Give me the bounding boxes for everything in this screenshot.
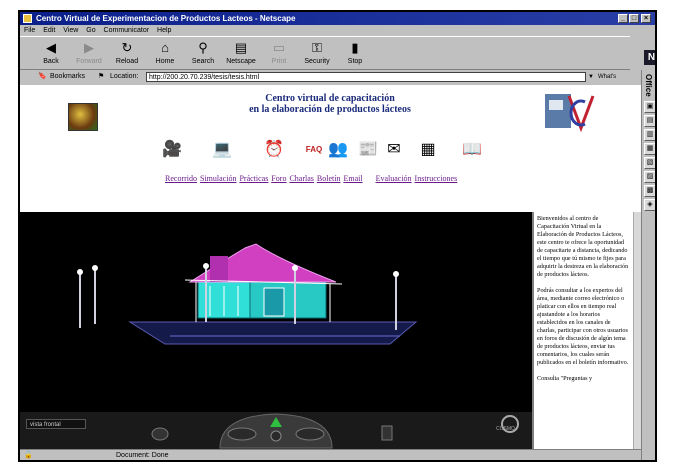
close-button[interactable]: ×: [641, 14, 651, 23]
security-lock-icon[interactable]: 🔓: [24, 450, 33, 460]
title-bar[interactable]: Centro Virtual de Experimentacion de Pro…: [20, 12, 655, 25]
office-shortcut-icon[interactable]: ▨: [644, 170, 655, 183]
welcome-paragraph-3: Consulta "Preguntas y: [537, 375, 593, 382]
nav-link-simulación[interactable]: Simulación: [200, 174, 236, 183]
nav-links: Recorrido Simulación Prácticas Foro Charlas B…: [165, 174, 545, 183]
page-header: Centro virtual de capacitación en la ela…: [20, 85, 641, 213]
minimize-button[interactable]: _: [618, 14, 628, 23]
status-bar: 🔓 Document: Done: [20, 449, 641, 460]
url-dropdown-icon[interactable]: ▼: [588, 70, 594, 84]
print-button[interactable]: ▭ Print: [262, 39, 296, 69]
camera-icon[interactable]: 🎥: [160, 139, 184, 161]
maximize-button[interactable]: □: [629, 14, 639, 23]
nav-link-email[interactable]: Email: [343, 174, 362, 183]
home-icon: ⌂: [161, 40, 169, 55]
clock-icon[interactable]: ⏰: [262, 139, 286, 161]
url-input[interactable]: http://200.20.70.239/tesis/tesis.html: [146, 72, 586, 82]
web-page: Centro virtual de capacitación en la ela…: [20, 85, 641, 449]
search-icon: ⚲: [198, 40, 208, 55]
toolbar-label: Forward: [76, 58, 102, 65]
vrml-3d-viewer[interactable]: vista frontal COSMO: [20, 212, 532, 449]
office-shortcut-icon[interactable]: ▧: [644, 156, 655, 169]
browser-window: Centro Virtual de Experimentacion de Pro…: [18, 10, 657, 462]
nav-link-charlas[interactable]: Charlas: [289, 174, 313, 183]
nav-link-boletín[interactable]: Boletín: [317, 174, 341, 183]
toolbar-label: Stop: [347, 58, 363, 65]
book-icon[interactable]: 📖: [460, 139, 484, 161]
search-button[interactable]: ⚲ Search: [186, 39, 220, 69]
office-shortcut-bar: Office ▣ ▤ ▥ ▦ ▧ ▨ ▩ ◈: [641, 70, 655, 460]
forward-arrow-icon: ▶: [84, 40, 94, 55]
evaluation-icon[interactable]: ▦: [416, 139, 440, 161]
bookmarks-button[interactable]: Bookmarks: [50, 70, 85, 84]
nav-link-instrucciones[interactable]: Instrucciones: [415, 174, 458, 183]
stop-button[interactable]: ▮ Stop: [338, 39, 372, 69]
office-shortcut-icon[interactable]: ▥: [644, 128, 655, 141]
toolbar-label: Search: [191, 58, 215, 65]
bookmarks-icon: 🔖: [38, 73, 47, 80]
status-text: Document: Done: [116, 452, 169, 459]
office-label: Office: [644, 74, 653, 97]
menu-communicator[interactable]: Communicator: [104, 27, 150, 34]
menu-go[interactable]: Go: [86, 27, 95, 34]
back-arrow-icon: ◀: [46, 40, 56, 55]
title-line-2: en la elaboración de productos lácteos: [249, 104, 411, 115]
office-shortcut-icon[interactable]: ▣: [644, 100, 655, 113]
toolbar-label: Home: [155, 58, 175, 65]
nav-link-foro[interactable]: Foro: [271, 174, 286, 183]
toolbar-label: Netscape: [226, 58, 256, 65]
reload-icon: ↻: [121, 40, 133, 55]
security-button[interactable]: ⚿ Security: [300, 39, 334, 69]
welcome-text-panel: Bienvenidos al centro de Capacitación Vi…: [532, 212, 641, 449]
toolbar-label: Print: [271, 58, 287, 65]
forward-button[interactable]: ▶ Forward: [72, 39, 106, 69]
location-icon: ⚑: [98, 73, 105, 80]
menu-bar: File Edit View Go Communicator Help: [20, 25, 630, 36]
menu-edit[interactable]: Edit: [43, 27, 55, 34]
page-title: Centro virtual de capacitación en la ela…: [180, 93, 480, 115]
reload-button[interactable]: ↻ Reload: [110, 39, 144, 69]
netscape-icon: ▤: [234, 40, 248, 55]
menu-file[interactable]: File: [24, 27, 35, 34]
3d-building-scene[interactable]: [20, 212, 532, 449]
window-title: Centro Virtual de Experimentacion de Pro…: [36, 14, 296, 23]
viewer-brand-label: COSMO: [496, 426, 515, 432]
office-shortcut-icon[interactable]: ▦: [644, 142, 655, 155]
nav-link-evaluación[interactable]: Evaluación: [376, 174, 412, 183]
cvc-logo: [545, 94, 595, 133]
location-label: Location:: [110, 73, 139, 80]
menu-help[interactable]: Help: [157, 27, 171, 34]
sidebar-scrollbar[interactable]: [633, 212, 641, 449]
back-button[interactable]: ◀ Back: [34, 39, 68, 69]
nav-link-prácticas[interactable]: Prácticas: [239, 174, 268, 183]
title-line-1: Centro virtual de capacitación: [265, 93, 395, 104]
stop-icon: ▮: [351, 40, 359, 55]
location-bar: 🔖 Bookmarks ⚑ Location: http://200.20.70…: [20, 70, 630, 94]
nav-link-recorrido[interactable]: Recorrido: [165, 174, 197, 183]
netscape-app-icon: [23, 14, 32, 23]
welcome-paragraph-1: Bienvenidos al centro de Capacitación Vi…: [537, 215, 629, 278]
site-logo-left: [68, 103, 98, 131]
email-icon[interactable]: ✉: [382, 139, 406, 161]
netscape-logo[interactable]: N: [644, 50, 655, 65]
people-icon[interactable]: 👥: [326, 139, 350, 161]
nav-icon-row: 🎥 💻 ⏰ FAQ 👥 📰 ✉ ▦ 📖: [160, 139, 520, 167]
faq-icon[interactable]: FAQ: [302, 139, 326, 161]
welcome-paragraph-2: Podrás consultar a los expertos del área…: [537, 287, 629, 366]
home-button[interactable]: ⌂ Home: [148, 39, 182, 69]
security-icon: ⚿: [312, 40, 322, 55]
computer-icon[interactable]: 💻: [210, 139, 234, 161]
toolbar-label: Reload: [115, 58, 139, 65]
office-shortcut-icon[interactable]: ◈: [644, 198, 655, 211]
newsletter-icon[interactable]: 📰: [356, 139, 380, 161]
office-shortcut-icon[interactable]: ▤: [644, 114, 655, 127]
print-icon: ▭: [272, 40, 286, 55]
toolbar-label: Security: [304, 58, 330, 65]
toolbar-label: Back: [43, 58, 59, 65]
navigation-toolbar: ◀ Back ▶ Forward ↻ Reload ⌂ Home ⚲ Search ▤ Netscap…: [20, 36, 630, 70]
netscape-button[interactable]: ▤ Netscape: [224, 39, 258, 69]
viewpoint-selector[interactable]: vista frontal: [26, 419, 86, 429]
menu-view[interactable]: View: [63, 27, 78, 34]
office-shortcut-icon[interactable]: ▩: [644, 184, 655, 197]
